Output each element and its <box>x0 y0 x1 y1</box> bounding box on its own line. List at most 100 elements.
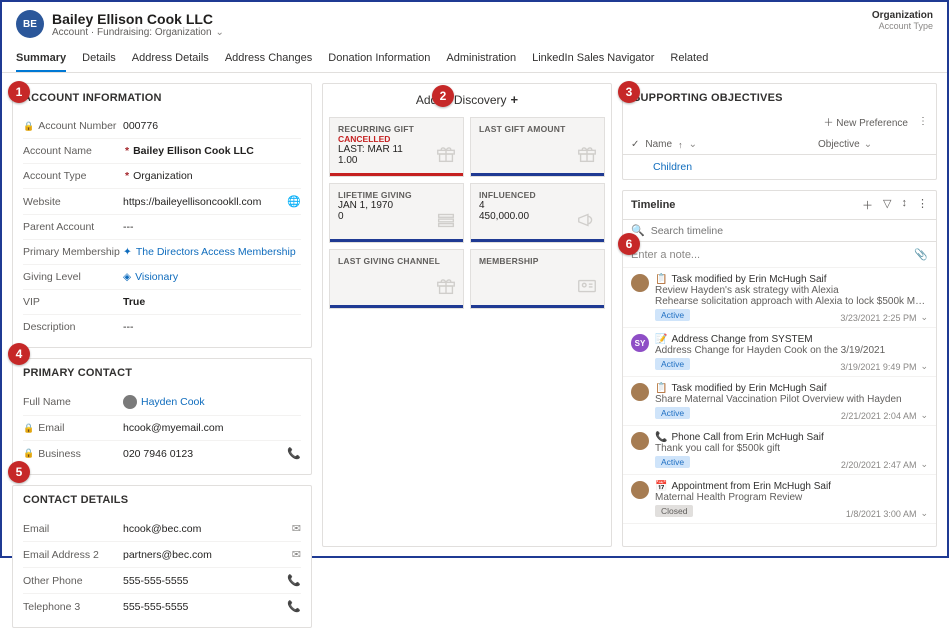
primary-contact-panel: PRIMARY CONTACT Full Name Hayden Cook 🔒E… <box>12 358 312 475</box>
chevron-down-icon[interactable]: ⌄ <box>920 361 928 372</box>
tab-details[interactable]: Details <box>82 46 116 72</box>
tab-address-changes[interactable]: Address Changes <box>225 46 312 72</box>
account-info-panel: ACCOUNT INFORMATION 🔒Account Number 0007… <box>12 83 312 348</box>
idcard-icon <box>576 275 598 300</box>
account-info-title: ACCOUNT INFORMATION <box>13 84 311 112</box>
description-value[interactable]: --- <box>123 321 301 333</box>
chevron-down-icon[interactable]: ⌄ <box>920 410 928 421</box>
parent-account-value[interactable]: --- <box>123 221 301 233</box>
chevron-down-icon[interactable]: ⌄ <box>920 459 928 470</box>
gift-icon <box>435 275 457 300</box>
tile-last-gift-amount[interactable]: LAST GIFT AMOUNT <box>470 117 605 177</box>
discovery-panel: Add to Discovery+ RECURRING GIFTCANCELLE… <box>322 83 612 547</box>
timeline-item[interactable]: 📋Task modified by Erin McHugh Saif Revie… <box>623 268 936 328</box>
page-subtitle[interactable]: Account · Fundraising: Organization ⌄ <box>52 27 224 38</box>
avatar <box>631 481 649 499</box>
chevron-down-icon[interactable]: ⌄ <box>920 508 928 519</box>
tab-address-details[interactable]: Address Details <box>132 46 209 72</box>
tile-last-giving-channel[interactable]: LAST GIVING CHANNEL <box>329 249 464 309</box>
page-title: Bailey Ellison Cook LLC <box>52 11 224 27</box>
plus-icon: + <box>511 92 519 107</box>
tab-related[interactable]: Related <box>670 46 708 72</box>
website-value[interactable]: https://baileyellisoncookll.com🌐 <box>123 195 301 208</box>
account-name-value[interactable]: *Bailey Ellison Cook LLC <box>123 145 301 157</box>
chevron-down-icon[interactable]: ⌄ <box>864 139 872 150</box>
timeline-item[interactable]: 📞Phone Call from Erin McHugh Saif Discus… <box>623 524 936 528</box>
annotation-1: 1 <box>8 81 30 103</box>
account-number-value[interactable]: 000776 <box>123 120 301 132</box>
timeline-search-input[interactable] <box>651 225 928 237</box>
tile-recurring-gift[interactable]: RECURRING GIFTCANCELLEDLAST: MAR 111.00 <box>329 117 464 177</box>
sort-asc-icon[interactable]: ↑ <box>678 140 683 150</box>
more-icon[interactable]: ⋮ <box>918 116 928 127</box>
contact-email[interactable]: hcook@bec.com✉ <box>123 522 301 535</box>
primary-membership-value[interactable]: ✦The Directors Access Membership <box>123 246 301 258</box>
tile-lifetime-giving[interactable]: LIFETIME GIVINGJAN 1, 19700 <box>329 183 464 243</box>
chevron-down-icon[interactable]: ⌄ <box>689 139 697 150</box>
add-to-discovery-button[interactable]: Add to Discovery+ <box>323 84 611 117</box>
objectives-panel: SUPPORTING OBJECTIVES ＋ New Preference ⋮… <box>622 83 937 180</box>
timeline-panel: Timeline ＋ ▽ ↕ ⋮ 🔍 Enter a note... 📎 📋Ta… <box>622 190 937 547</box>
more-icon[interactable]: ⋮ <box>917 197 928 213</box>
primary-contact-business[interactable]: 020 7946 0123📞 <box>123 447 301 460</box>
annotation-3: 3 <box>618 81 640 103</box>
timeline-title: Timeline <box>631 199 854 211</box>
mail-icon[interactable]: ✉ <box>292 522 301 535</box>
attachment-icon[interactable]: 📎 <box>914 248 928 261</box>
timeline-item[interactable]: 📅Appointment from Erin McHugh Saif Mater… <box>623 475 936 524</box>
contact-details-panel: CONTACT DETAILS Email hcook@bec.com✉ Ema… <box>12 485 312 628</box>
tile-membership[interactable]: MEMBERSHIP <box>470 249 605 309</box>
contact-email2[interactable]: partners@bec.com✉ <box>123 548 301 561</box>
chevron-down-icon[interactable]: ⌄ <box>920 312 928 323</box>
sort-icon[interactable]: ↕ <box>902 197 908 213</box>
tab-donation-information[interactable]: Donation Information <box>328 46 430 72</box>
vip-value[interactable]: True <box>123 296 301 308</box>
avatar <box>631 383 649 401</box>
timeline-item[interactable]: SY 📝Address Change from SYSTEM Address C… <box>623 328 936 377</box>
tab-bar: Summary Details Address Details Address Cha… <box>2 46 947 73</box>
phone-icon[interactable]: 📞 <box>287 600 301 613</box>
phone-icon: 📞 <box>655 432 667 443</box>
avatar <box>631 432 649 450</box>
checkmark-icon[interactable]: ✓ <box>631 139 639 150</box>
annotation-5: 5 <box>8 461 30 483</box>
tab-administration[interactable]: Administration <box>446 46 516 72</box>
avatar <box>631 274 649 292</box>
mail-icon[interactable]: ✉ <box>292 548 301 561</box>
gift-icon <box>435 143 457 168</box>
chevron-down-icon[interactable]: ⌄ <box>216 27 224 38</box>
other-phone[interactable]: 555-555-5555📞 <box>123 574 301 587</box>
phone-icon[interactable]: 📞 <box>287 574 301 587</box>
timeline-note-input[interactable]: Enter a note... <box>631 249 700 261</box>
header-right-label: Account Type <box>872 21 933 31</box>
clipboard-icon: 📋 <box>655 274 667 285</box>
timeline-item[interactable]: 📋Task modified by Erin McHugh Saif Share… <box>623 377 936 426</box>
new-preference-button[interactable]: ＋ New Preference <box>824 114 908 129</box>
telephone-3[interactable]: 555-555-5555📞 <box>123 600 301 613</box>
timeline-item[interactable]: 📞Phone Call from Erin McHugh Saif Thank … <box>623 426 936 475</box>
primary-contact-email[interactable]: hcook@myemail.com <box>123 422 301 434</box>
stack-icon <box>435 209 457 234</box>
phone-icon[interactable]: 📞 <box>287 447 301 460</box>
giving-level-value[interactable]: ◈Visionary <box>123 271 301 283</box>
annotation-2: 2 <box>432 85 454 107</box>
account-avatar: BE <box>16 10 44 38</box>
objectives-title: SUPPORTING OBJECTIVES <box>623 84 936 112</box>
tab-linkedin-sales-navigator[interactable]: LinkedIn Sales Navigator <box>532 46 654 72</box>
globe-icon[interactable]: 🌐 <box>287 195 301 208</box>
objective-row[interactable]: Children <box>623 155 936 179</box>
add-icon[interactable]: ＋ <box>862 197 873 213</box>
note-icon: 📝 <box>655 334 667 345</box>
annotation-4: 4 <box>8 343 30 365</box>
tile-influenced[interactable]: INFLUENCED4450,000.00 <box>470 183 605 243</box>
lock-icon: 🔒 <box>23 423 34 434</box>
primary-contact-title: PRIMARY CONTACT <box>13 359 311 387</box>
annotation-6: 6 <box>618 233 640 255</box>
tab-summary[interactable]: Summary <box>16 46 66 72</box>
account-type-value[interactable]: *Organization <box>123 170 301 182</box>
primary-contact-name[interactable]: Hayden Cook <box>123 395 301 409</box>
lock-icon: 🔒 <box>23 121 34 132</box>
filter-icon[interactable]: ▽ <box>883 197 891 213</box>
calendar-icon: 📅 <box>655 481 667 492</box>
clipboard-icon: 📋 <box>655 383 667 394</box>
